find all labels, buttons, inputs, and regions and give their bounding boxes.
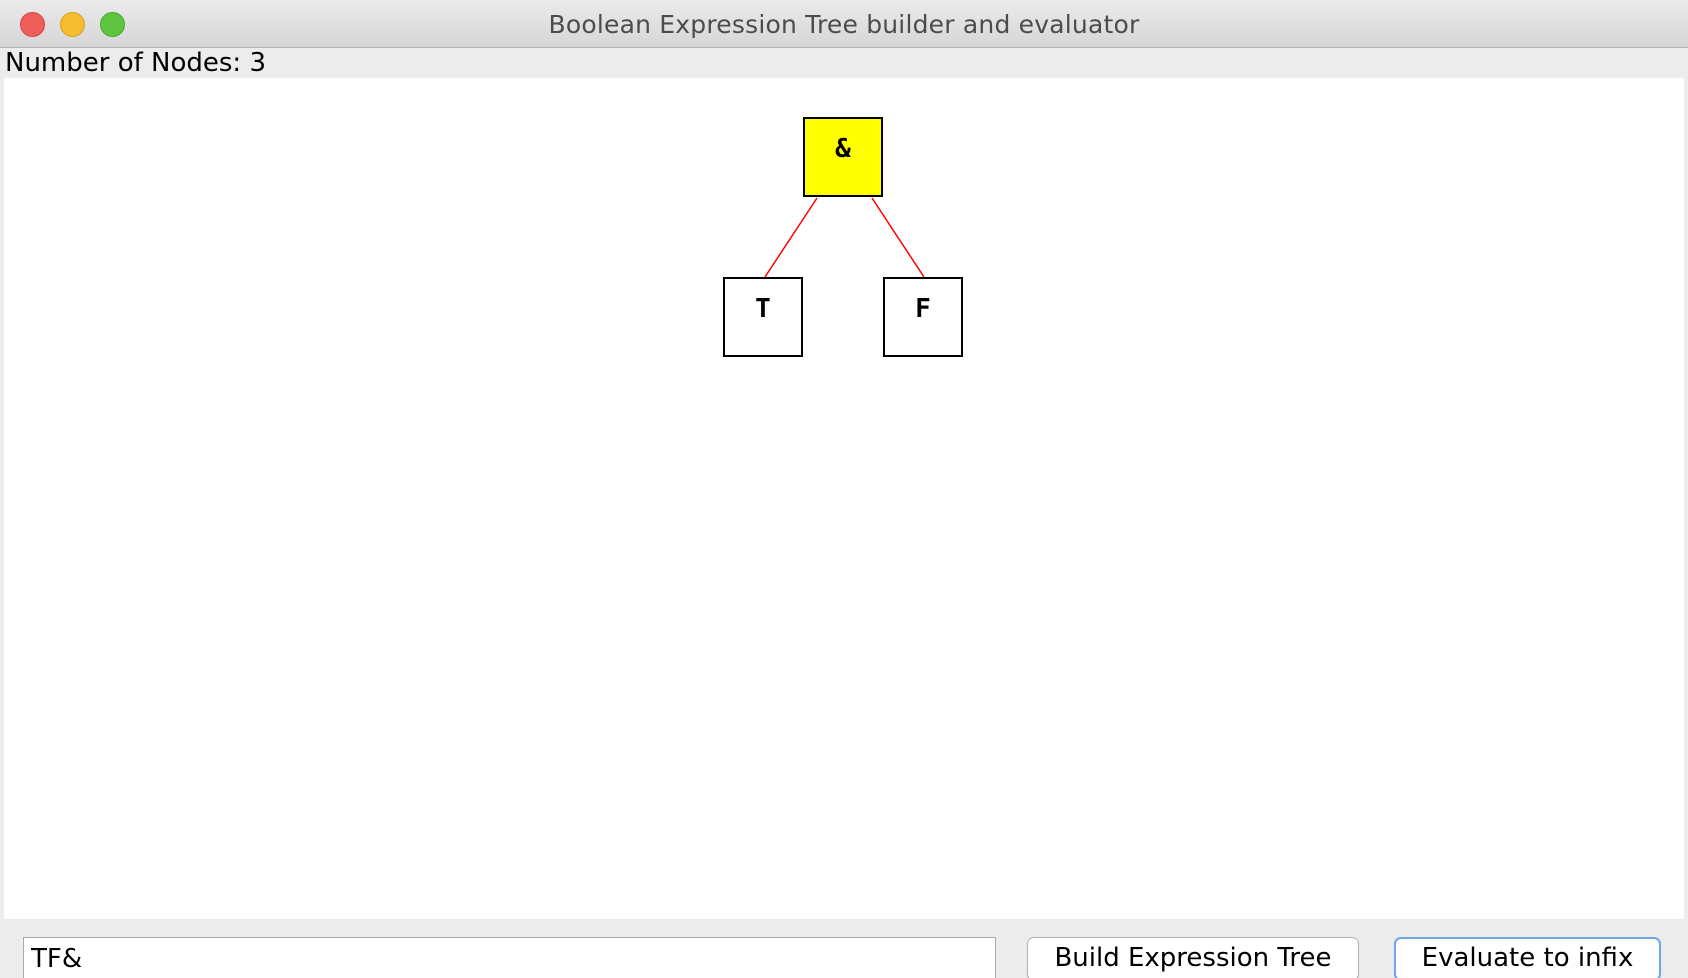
tree-node-root[interactable]: & xyxy=(803,117,883,197)
tree-node-right[interactable]: F xyxy=(883,277,963,357)
tree-node-root-label: & xyxy=(835,134,851,164)
tree-node-right-label: F xyxy=(915,294,931,324)
tree-node-left-label: T xyxy=(755,294,771,324)
app-window: Boolean Expression Tree builder and eval… xyxy=(0,0,1688,978)
status-bar: Number of Nodes: 3 xyxy=(0,48,1688,78)
window-title: Boolean Expression Tree builder and eval… xyxy=(548,10,1140,39)
title-bar: Boolean Expression Tree builder and eval… xyxy=(0,0,1688,48)
edge-root-right xyxy=(871,197,925,278)
tree-canvas: & T F xyxy=(4,78,1684,919)
expression-input[interactable] xyxy=(23,937,996,978)
node-count-label: Number of Nodes: 3 xyxy=(5,48,267,78)
edge-root-left xyxy=(764,197,818,278)
control-bar: Build Expression Tree Evaluate to infix xyxy=(0,919,1688,978)
tree-edges xyxy=(764,197,925,278)
tree-node-left[interactable]: T xyxy=(723,277,803,357)
build-expression-tree-button[interactable]: Build Expression Tree xyxy=(1027,937,1359,978)
evaluate-to-infix-button[interactable]: Evaluate to infix xyxy=(1394,937,1661,978)
